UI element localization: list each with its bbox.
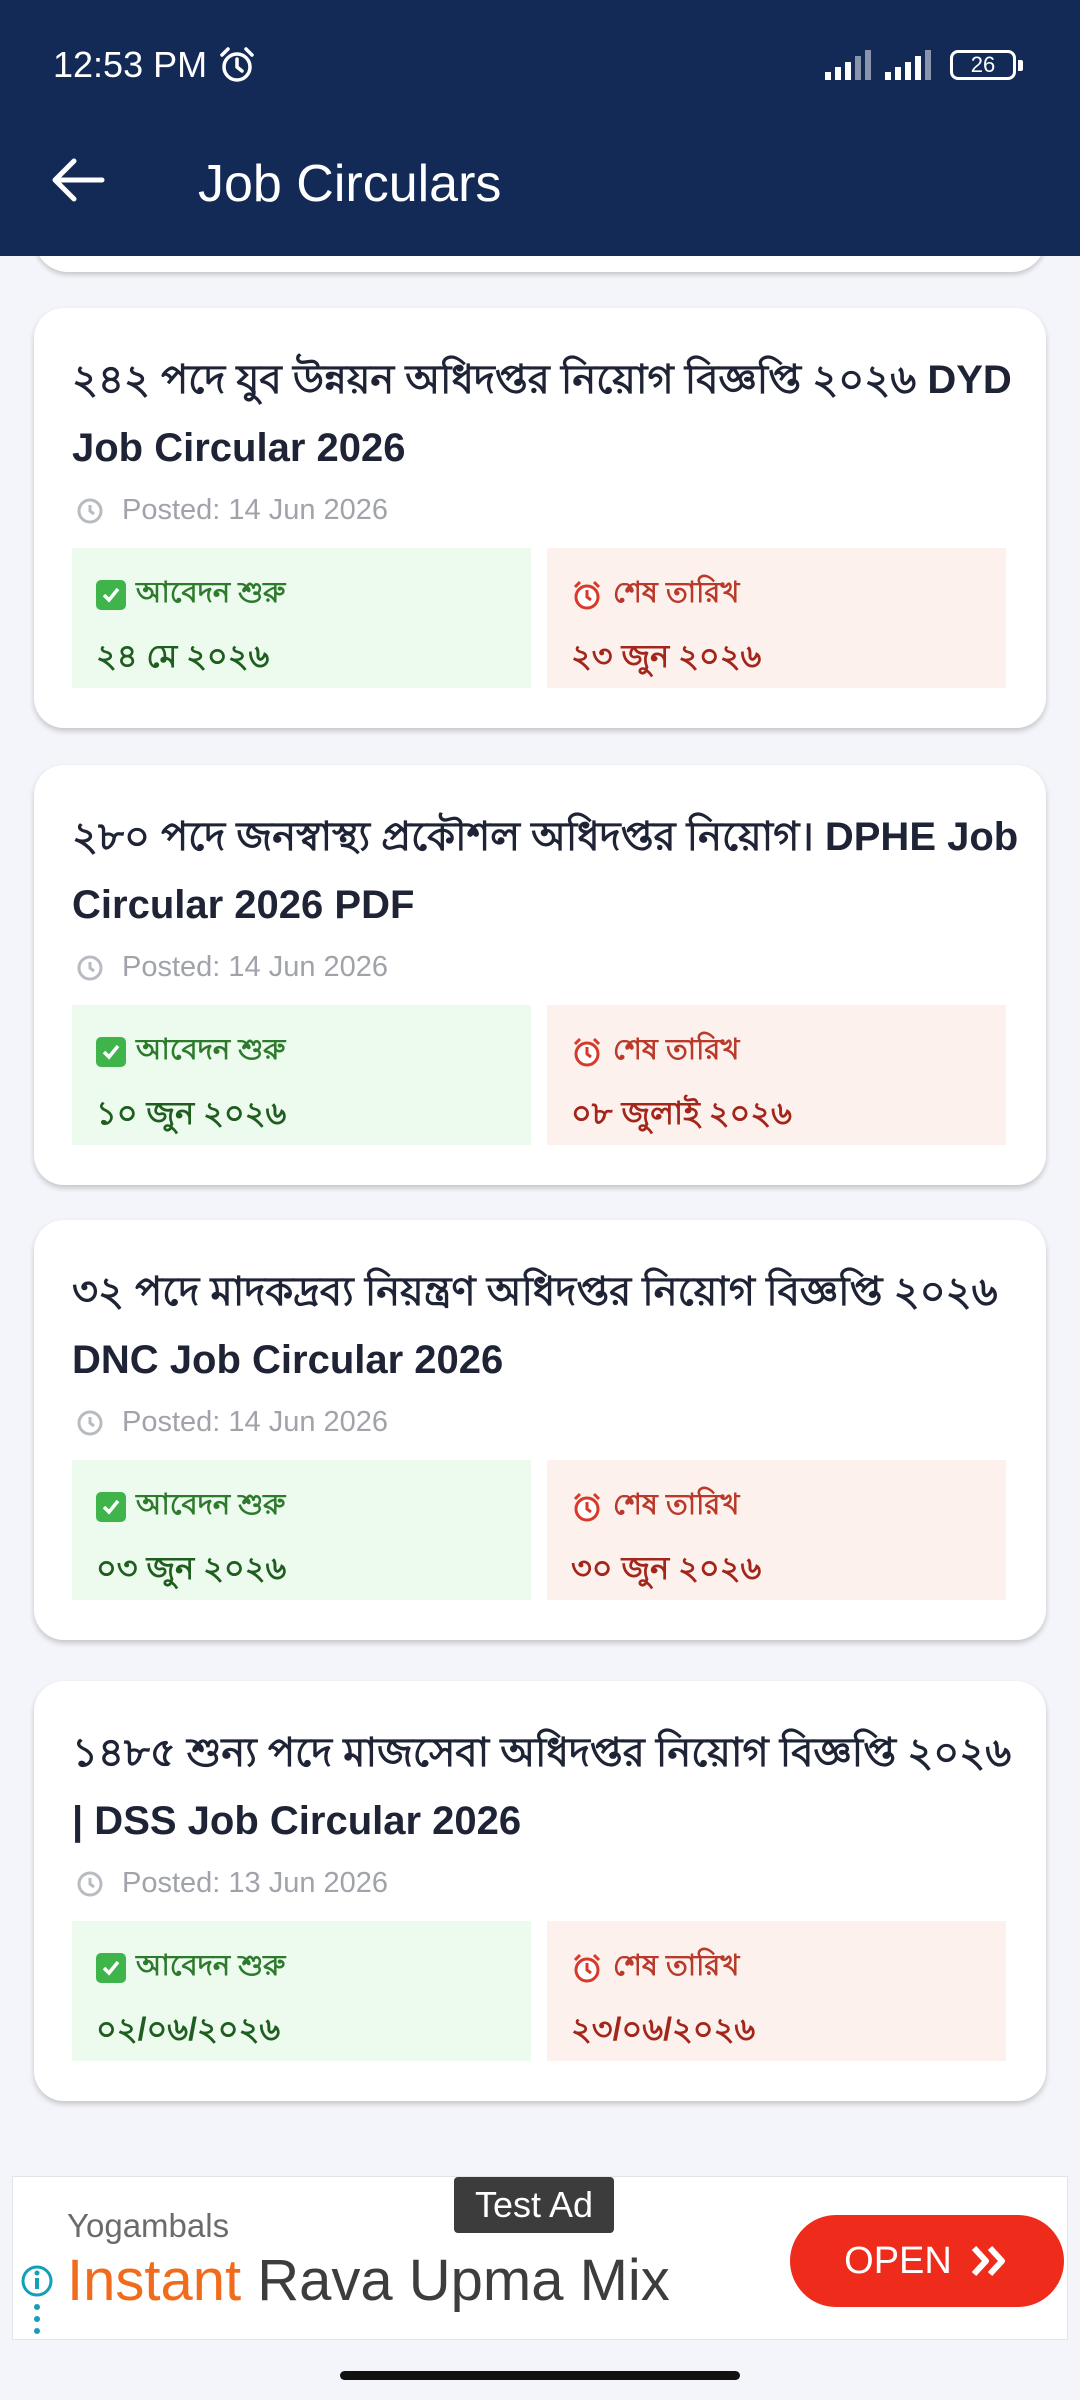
check-icon <box>96 1952 126 1983</box>
job-title: ৩২ পদে মাদকদ্রব্য নিয়ন্ত্রণ অধিদপ্তর নি… <box>72 1270 998 1382</box>
start-date: ০২/০৬/২০২৬ <box>96 2011 281 2047</box>
end-date-box: শেষ তারিখ ২৩/০৬/২০২৬ <box>547 1921 1006 2061</box>
end-date: ২৩ জুন ২০২৬ <box>571 638 762 674</box>
status-bar: 12:53 PM 26 <box>0 0 1080 130</box>
start-date: ০৩ জুন ২০২৬ <box>96 1550 287 1586</box>
start-label: আবেদন শুরু <box>136 1034 286 1066</box>
test-ad-tag: Test Ad <box>454 2177 614 2233</box>
ad-headline-rest: Rava Upma Mix <box>241 2248 670 2313</box>
check-icon <box>96 1036 126 1067</box>
alarm-icon <box>220 47 254 82</box>
job-title: ১৪৮৫ শুন্য পদে মাজসেবা অধিদপ্তর নিয়োগ ব… <box>72 1731 1012 1843</box>
start-label: আবেদন শুরু <box>136 1489 286 1521</box>
back-arrow-icon[interactable] <box>50 155 106 205</box>
posted-date: Posted: 14 Jun 2026 <box>76 1406 388 1439</box>
end-date-box: শেষ তারিখ ২৩ জুন ২০২৬ <box>547 548 1006 688</box>
info-icon[interactable] <box>19 2263 55 2339</box>
start-date-box: আবেদন শুরু ১০ জুন ২০২৬ <box>72 1005 531 1145</box>
battery-icon: 26 <box>950 50 1023 80</box>
alarm-clock-icon <box>573 1953 601 1982</box>
posted-date: Posted: 14 Jun 2026 <box>76 494 388 527</box>
job-card[interactable]: ৩২ পদে মাদকদ্রব্য নিয়ন্ত্রণ অধিদপ্তর নি… <box>34 1220 1046 1640</box>
end-date: ২৩/০৬/২০২৬ <box>571 2011 756 2047</box>
clock-icon <box>77 1410 103 1435</box>
double-chevron-icon <box>971 2245 1005 2277</box>
home-indicator[interactable] <box>340 2371 740 2380</box>
clock-icon <box>77 1871 103 1896</box>
posted-text: Posted: 14 Jun 2026 <box>122 951 389 983</box>
start-label: আবেদন শুরু <box>136 577 286 609</box>
job-card[interactable]: ২৪২ পদে যুব উন্নয়ন অধিদপ্তর নিয়োগ বিজ্… <box>34 308 1046 728</box>
posted-date: Posted: 13 Jun 2026 <box>76 1867 388 1900</box>
job-card[interactable]: ২৮০ পদে জনস্বাস্থ্য প্রকৌশল অধিদপ্তর নিয… <box>34 765 1046 1185</box>
start-date-box: আবেদন শুরু ২৪ মে ২০২৬ <box>72 548 531 688</box>
check-icon <box>96 579 126 610</box>
page-title: Job Circulars <box>198 155 502 213</box>
start-label: আবেদন শুরু <box>136 1950 286 1982</box>
alarm-clock-icon <box>573 1492 601 1521</box>
ad-open-label: OPEN <box>844 2239 952 2282</box>
posted-date: Posted: 14 Jun 2026 <box>76 951 388 984</box>
end-date: ০৮ জুলাই ২০২৬ <box>571 1095 792 1131</box>
end-date-box: শেষ তারিখ ৩০ জুন ২০২৬ <box>547 1460 1006 1600</box>
signal-icon <box>885 50 931 80</box>
alarm-clock-icon <box>573 1037 601 1066</box>
end-date-box: শেষ তারিখ ০৮ জুলাই ২০২৬ <box>547 1005 1006 1145</box>
job-card[interactable]: ১৪৮৫ শুন্য পদে মাজসেবা অধিদপ্তর নিয়োগ ব… <box>34 1681 1046 2101</box>
signal-icon <box>825 50 871 80</box>
start-date-box: আবেদন শুরু ০৩ জুন ২০২৬ <box>72 1460 531 1600</box>
clock-icon <box>77 955 103 980</box>
ad-headline: Instant Rava Upma Mix <box>67 2247 670 2314</box>
end-label: শেষ তারিখ <box>613 1489 740 1521</box>
status-time: 12:53 PM <box>53 44 208 85</box>
start-date-box: আবেদন শুরু ০২/০৬/২০২৬ <box>72 1921 531 2061</box>
job-title: ২৮০ পদে জনস্বাস্থ্য প্রকৌশল অধিদপ্তর নিয… <box>72 815 1019 927</box>
ad-headline-accent: Instant <box>67 2248 242 2313</box>
clock-icon <box>77 498 103 523</box>
posted-text: Posted: 13 Jun 2026 <box>122 1867 389 1899</box>
ad-open-button[interactable]: OPEN <box>790 2215 1064 2307</box>
app-bar: 12:53 PM 26 Job Circulars <box>0 0 1080 256</box>
end-date: ৩০ জুন ২০২৬ <box>571 1550 762 1586</box>
start-date: ১০ জুন ২০২৬ <box>96 1095 287 1131</box>
job-title: ২৪২ পদে যুব উন্নয়ন অধিদপ্তর নিয়োগ বিজ্… <box>72 358 1012 470</box>
alarm-clock-icon <box>573 580 601 609</box>
posted-text: Posted: 14 Jun 2026 <box>122 494 389 526</box>
start-date: ২৪ মে ২০২৬ <box>96 638 270 674</box>
end-label: শেষ তারিখ <box>613 577 740 609</box>
ad-brand: Yogambals <box>67 2207 230 2244</box>
posted-text: Posted: 14 Jun 2026 <box>122 1406 389 1438</box>
end-label: শেষ তারিখ <box>613 1034 740 1066</box>
check-icon <box>96 1491 126 1522</box>
end-label: শেষ তারিখ <box>613 1950 740 1982</box>
